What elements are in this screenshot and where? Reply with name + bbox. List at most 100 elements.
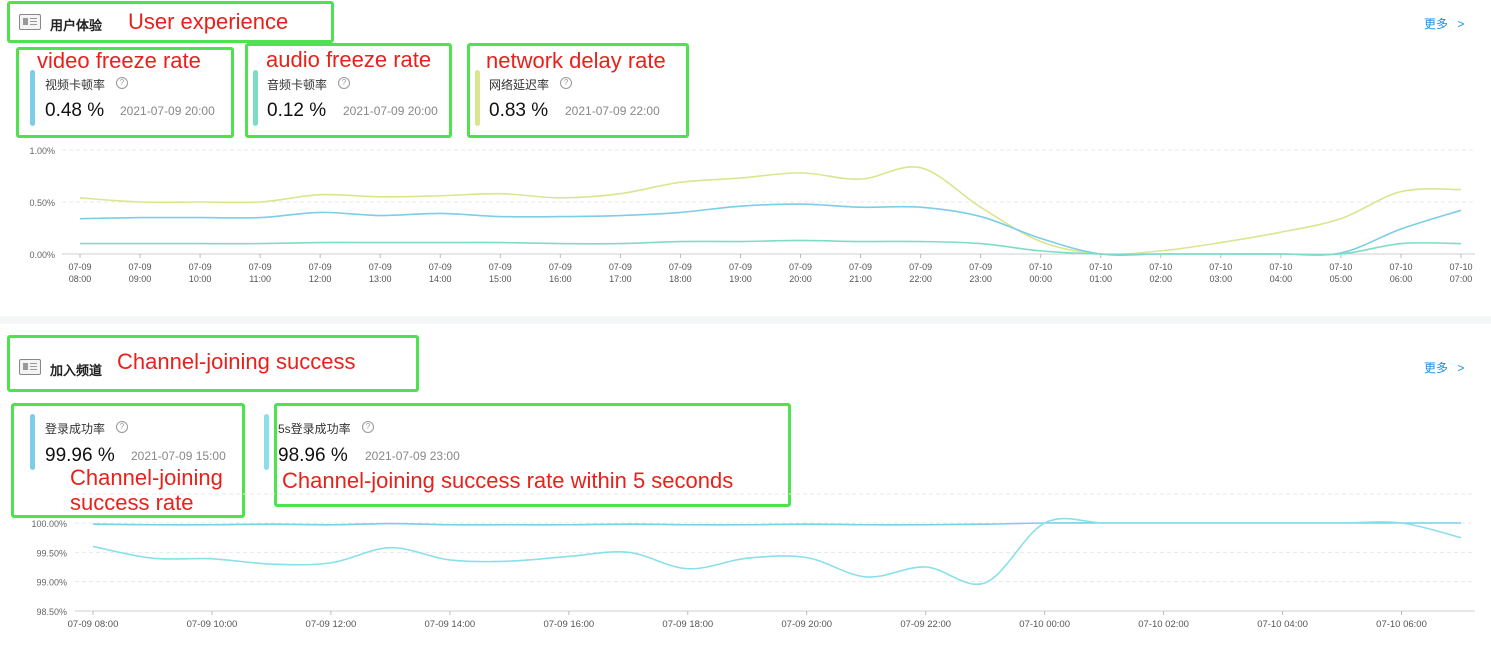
y-tick-label: 100.00% (31, 519, 67, 529)
x-tick-label: 20:00 (789, 274, 812, 284)
metric-name-network-delay: 网络延迟率 (489, 78, 550, 92)
report-icon (19, 359, 41, 375)
metric-time-video-freeze: 2021-07-09 20:00 (120, 104, 215, 118)
metric-value-audio-freeze: 0.12 % (267, 100, 327, 121)
section-title-channel-joining: 加入频道 (50, 363, 103, 378)
help-icon[interactable]: ? (338, 77, 350, 89)
x-tick-label: 07-09 20:00 (781, 619, 832, 630)
x-tick-label: 05:00 (1330, 274, 1353, 284)
x-tick-label: 07-09 18:00 (662, 619, 713, 630)
series-line-1 (79, 203, 1462, 256)
x-tick-label: 14:00 (429, 274, 452, 284)
metric-name-login-success: 登录成功率 (45, 422, 106, 436)
x-tick-label: 07:00 (1450, 274, 1473, 284)
x-tick-label: 07-09 (609, 262, 632, 272)
annotation-label-user-experience: User experience (128, 9, 289, 34)
x-tick-label: 07-09 (68, 262, 91, 272)
x-tick-label: 07-09 (129, 262, 152, 272)
more-label: 更多 (1424, 361, 1449, 375)
x-tick-label: 07-09 10:00 (187, 619, 238, 630)
x-tick-label: 11:00 (249, 274, 271, 284)
chevron-right-icon: > (1457, 17, 1465, 31)
help-icon[interactable]: ? (116, 421, 128, 433)
metric-value-video-freeze: 0.48 % (45, 100, 105, 121)
x-tick-label: 07-10 (1089, 262, 1112, 272)
x-tick-label: 15:00 (489, 274, 512, 284)
x-tick-label: 07-09 14:00 (425, 619, 476, 630)
more-label: 更多 (1424, 17, 1449, 31)
x-tick-label: 07-09 16:00 (543, 619, 594, 630)
metric-time-audio-freeze: 2021-07-09 20:00 (343, 104, 438, 118)
metric-color-bar (253, 70, 258, 126)
metric-name-video-freeze: 视频卡顿率 (45, 78, 106, 92)
x-tick-label: 07-10 06:00 (1376, 619, 1427, 630)
metric-value-login-success: 99.96 % (45, 445, 115, 466)
y-tick-label: 0.00% (29, 250, 55, 260)
x-tick-label: 16:00 (549, 274, 572, 284)
metric-color-bar (475, 70, 480, 126)
x-tick-label: 08:00 (69, 274, 92, 284)
x-tick-label: 07-10 (1209, 262, 1232, 272)
help-icon[interactable]: ? (560, 77, 572, 89)
x-tick-label: 07-09 (309, 262, 332, 272)
x-tick-label: 03:00 (1210, 274, 1233, 284)
x-tick-label: 23:00 (969, 274, 992, 284)
annotation-label-channel-joining: Channel-joining success (117, 349, 356, 374)
x-tick-label: 07-09 (969, 262, 992, 272)
chevron-right-icon: > (1457, 361, 1465, 375)
x-tick-label: 07-09 12:00 (306, 619, 357, 630)
section-title-user-experience: 用户体验 (50, 18, 103, 33)
y-tick-label: 99.00% (36, 578, 67, 588)
x-tick-label: 07-10 (1389, 262, 1412, 272)
x-tick-label: 07-10 04:00 (1257, 619, 1308, 630)
metric-color-bar (30, 70, 35, 126)
metric-time-network-delay: 2021-07-09 22:00 (565, 104, 660, 118)
y-tick-label: 0.50% (29, 198, 55, 208)
metric-name-audio-freeze: 音频卡顿率 (267, 78, 328, 92)
metric-time-login-success: 2021-07-09 15:00 (131, 449, 226, 463)
x-tick-label: 07-10 (1149, 262, 1172, 272)
series-line-1 (92, 517, 1462, 586)
annotation-label-audio-freeze: audio freeze rate (266, 47, 432, 72)
metric-time-5s-login-success: 2021-07-09 23:00 (365, 449, 460, 463)
metric-color-bar (264, 414, 269, 470)
x-tick-label: 07-09 (249, 262, 272, 272)
help-icon[interactable]: ? (116, 77, 128, 89)
x-tick-label: 07-09 (789, 262, 812, 272)
x-tick-label: 07-09 (429, 262, 452, 272)
x-tick-label: 19:00 (729, 274, 752, 284)
x-tick-label: 21:00 (849, 274, 872, 284)
more-link-channel-joining[interactable]: 更多 > (1424, 359, 1464, 376)
x-tick-label: 00:00 (1029, 274, 1052, 284)
x-tick-label: 22:00 (909, 274, 932, 284)
x-tick-label: 02:00 (1150, 274, 1173, 284)
x-tick-label: 07-09 (669, 262, 692, 272)
report-icon (19, 14, 41, 30)
x-tick-label: 07-10 (1449, 262, 1472, 272)
x-tick-label: 07-09 08:00 (68, 619, 119, 630)
more-link-user-experience[interactable]: 更多 > (1424, 15, 1464, 32)
x-tick-label: 07-09 (849, 262, 872, 272)
metric-name-5s-login-success: 5s登录成功率 (278, 422, 351, 436)
metric-value-network-delay: 0.83 % (489, 100, 549, 121)
x-tick-label: 01:00 (1089, 274, 1112, 284)
x-tick-label: 07-09 (549, 262, 572, 272)
metric-value-5s-login-success: 98.96 % (278, 445, 348, 466)
channel-joining-line-chart: 98.50% 99.00% 99.50% 100.00% 07-09 08:00 07-0… (31, 493, 1475, 630)
x-tick-label: 07-09 (729, 262, 752, 272)
series-line-2 (79, 239, 1462, 256)
x-tick-label: 04:00 (1270, 274, 1293, 284)
x-tick-label: 10:00 (189, 274, 212, 284)
x-tick-label: 07-10 02:00 (1138, 619, 1189, 630)
x-tick-label: 07-09 (909, 262, 932, 272)
y-tick-label: 98.50% (36, 607, 67, 617)
section-divider (0, 316, 1491, 324)
annotation-label-network-delay: network delay rate (486, 48, 666, 73)
annotation-label-video-freeze: video freeze rate (37, 48, 201, 73)
x-tick-label: 09:00 (129, 274, 152, 284)
x-tick-label: 17:00 (609, 274, 632, 284)
x-tick-label: 06:00 (1390, 274, 1413, 284)
x-tick-label: 07-09 (369, 262, 392, 272)
help-icon[interactable]: ? (362, 421, 374, 433)
x-tick-label: 07-10 00:00 (1019, 619, 1070, 630)
